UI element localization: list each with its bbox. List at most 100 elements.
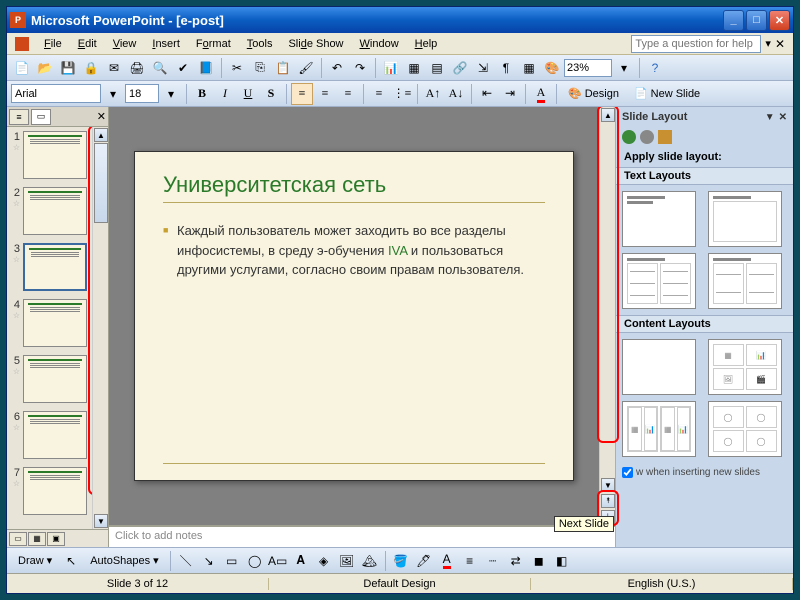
sorter-view-button[interactable]: ▦ [28,532,46,546]
permission-icon[interactable]: 🔒 [80,57,102,79]
notes-input[interactable]: Click to add notes [109,525,615,547]
bold-button[interactable]: B [191,83,213,105]
arrow-icon[interactable]: ↘ [198,550,220,572]
help-icon[interactable]: ? [644,57,666,79]
dash-style-icon[interactable]: ┈ [482,550,504,572]
save-icon[interactable]: 💾 [57,57,79,79]
redo-icon[interactable]: ↷ [349,57,371,79]
slide-thumbnail[interactable] [23,355,87,403]
slide-body[interactable]: Каждый пользователь может заходить во вс… [163,221,545,280]
slide-thumbnail[interactable] [23,411,87,459]
color-icon[interactable]: 🎨 [541,57,563,79]
scroll-thumb[interactable] [94,143,108,223]
slide-thumbnail[interactable] [23,243,87,291]
new-icon[interactable]: 📄 [11,57,33,79]
layout-two-content-bullets[interactable] [708,253,782,309]
arrow-style-icon[interactable]: ⇄ [505,550,527,572]
align-center-button[interactable]: ≡ [314,83,336,105]
numbering-button[interactable]: ≡ [368,83,390,105]
decrease-indent-button[interactable]: ⇤ [476,83,498,105]
diagram-icon[interactable]: ◈ [313,550,335,572]
menu-tools[interactable]: Tools [240,36,280,52]
draw-menu[interactable]: Draw ▾ [11,550,59,572]
textbox-icon[interactable]: A▭ [267,550,289,572]
slideshow-view-button[interactable]: ▣ [47,532,65,546]
fill-color-icon[interactable]: 🪣 [390,550,412,572]
italic-button[interactable]: I [214,83,236,105]
decrease-font-button[interactable]: A↓ [445,83,467,105]
document-control-icon[interactable] [15,37,29,51]
3d-style-icon[interactable]: ◧ [551,550,573,572]
cut-icon[interactable]: ✂ [226,57,248,79]
font-color-button[interactable]: A [530,83,552,105]
select-icon[interactable]: ↖ [60,550,82,572]
hyperlink-icon[interactable]: 🔗 [449,57,471,79]
copy-icon[interactable]: ⎘ [249,57,271,79]
line-color-icon[interactable]: 🖊 [413,550,435,572]
doc-close-button[interactable]: ✕ [775,37,785,51]
scroll-up-icon[interactable]: ▲ [601,108,615,122]
layout-content[interactable]: ▦📊🖼🎬 [708,339,782,395]
align-right-button[interactable]: ≡ [337,83,359,105]
grid-icon[interactable]: ▦ [518,57,540,79]
open-icon[interactable]: 📂 [34,57,56,79]
layout-content-4[interactable]: ◯◯◯◯ [708,401,782,457]
wordart-icon[interactable]: 𝐀 [290,550,312,572]
taskpane-dropdown-icon[interactable]: ▼ [765,112,775,123]
design-button[interactable]: 🎨Design [561,83,626,105]
clipart-icon[interactable]: 🖼 [336,550,358,572]
scroll-down-icon[interactable]: ▼ [94,514,108,528]
underline-button[interactable]: U [237,83,259,105]
iva-link[interactable]: IVA [388,243,407,258]
shadow-style-icon[interactable]: ◼ [528,550,550,572]
research-icon[interactable]: 📘 [195,57,217,79]
thumbnail-scrollbar[interactable]: ▲ ▼ [92,127,108,529]
maximize-button[interactable]: □ [746,10,767,31]
slide-thumbnail[interactable] [23,467,87,515]
shadow-button[interactable]: S [260,83,282,105]
forward-icon[interactable] [640,130,654,144]
slide-thumbnail[interactable] [23,299,87,347]
menu-view[interactable]: View [106,36,144,52]
align-left-button[interactable]: ≡ [291,83,313,105]
help-search-input[interactable] [631,35,761,53]
menu-window[interactable]: Window [353,36,406,52]
chart-icon[interactable]: 📊 [380,57,402,79]
line-style-icon[interactable]: ≡ [459,550,481,572]
prev-slide-button[interactable]: ⯭ [601,494,615,508]
home-icon[interactable] [658,130,672,144]
layout-title-content[interactable] [708,191,782,247]
layout-content-2[interactable]: ▦📊▦📊 [622,401,696,457]
layout-blank[interactable] [622,339,696,395]
show-formatting-icon[interactable]: ¶ [495,57,517,79]
minimize-button[interactable]: _ [723,10,744,31]
print-icon[interactable]: 🖨 [126,57,148,79]
layout-two-content[interactable] [622,253,696,309]
autoshapes-menu[interactable]: AutoShapes ▾ [83,550,165,572]
spelling-icon[interactable]: ✔ [172,57,194,79]
font-name-select[interactable] [11,84,101,103]
pane-close-icon[interactable]: ✕ [97,110,106,123]
font-dropdown-icon[interactable]: ▾ [102,83,124,105]
paste-icon[interactable]: 📋 [272,57,294,79]
bullets-button[interactable]: ⋮≡ [391,83,413,105]
menu-help[interactable]: Help [408,36,445,52]
scroll-up-icon[interactable]: ▲ [94,128,108,142]
slide-scrollbar[interactable]: ▲ ▼ ⯭ ⯯ [599,107,615,525]
menu-format[interactable]: Format [189,36,238,52]
format-painter-icon[interactable]: 🖌 [295,57,317,79]
increase-font-button[interactable]: A↑ [422,83,444,105]
slide-canvas[interactable]: Университетская сеть Каждый пользователь… [109,107,599,525]
taskpane-close-icon[interactable]: ✕ [779,112,787,123]
undo-icon[interactable]: ↶ [326,57,348,79]
increase-indent-button[interactable]: ⇥ [499,83,521,105]
close-button[interactable]: ✕ [769,10,790,31]
menu-edit[interactable]: Edit [71,36,104,52]
size-dropdown-icon[interactable]: ▾ [160,83,182,105]
font-size-select[interactable] [125,84,159,103]
line-icon[interactable]: ＼ [175,550,197,572]
layout-title-only[interactable] [622,191,696,247]
menu-insert[interactable]: Insert [145,36,187,52]
expand-icon[interactable]: ⇲ [472,57,494,79]
menu-file[interactable]: File [37,36,69,52]
